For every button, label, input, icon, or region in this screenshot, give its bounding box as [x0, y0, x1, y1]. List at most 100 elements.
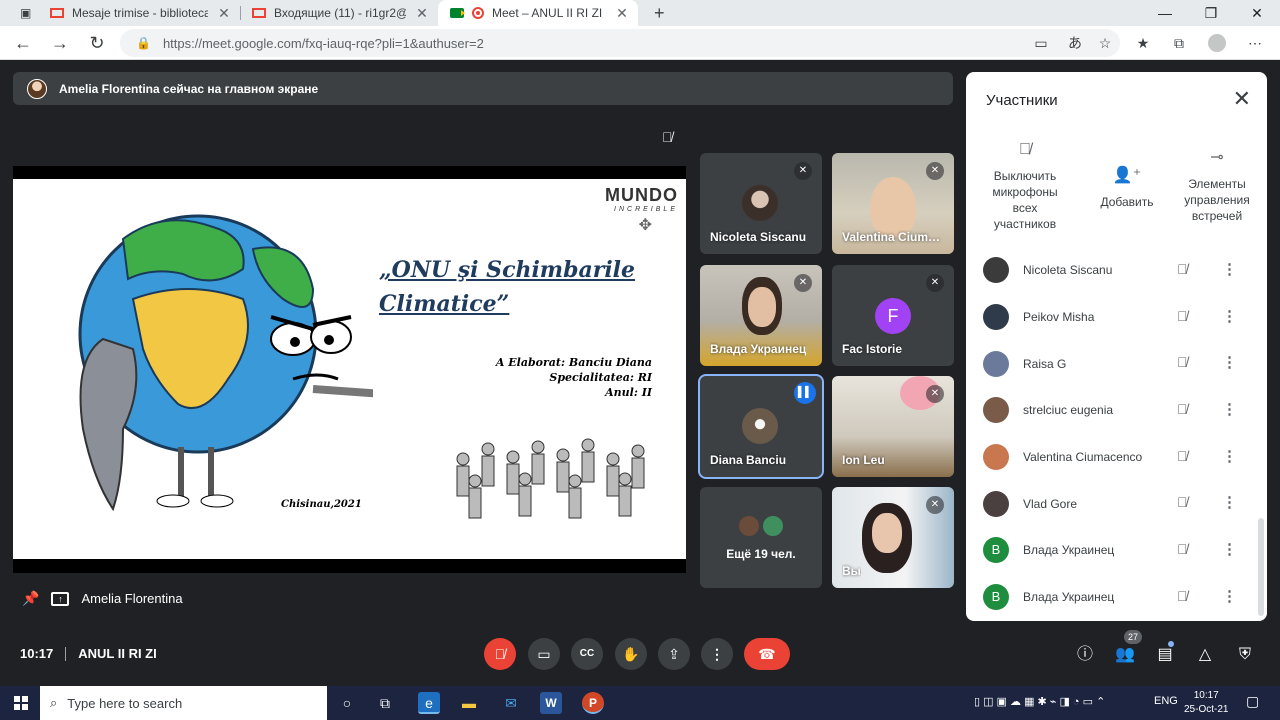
more-options-icon[interactable]: ⋮: [1222, 260, 1237, 278]
more-options-icon[interactable]: ⋮: [1222, 447, 1237, 465]
participant-row[interactable]: Peikov Misha 🎙̸ ⋮: [966, 294, 1267, 341]
mute-all-button[interactable]: 🎙̸ Выключить микрофоны всех участников: [980, 142, 1070, 232]
mic-off-icon[interactable]: 🎙̸: [1177, 588, 1188, 604]
present-now-button[interactable]: ⇪: [658, 638, 690, 670]
participants-button[interactable]: 👥: [1114, 644, 1136, 666]
edge-icon[interactable]: e: [418, 692, 440, 714]
more-options-icon[interactable]: ⋮: [1222, 493, 1237, 511]
back-button[interactable]: ←: [10, 30, 36, 56]
word-icon[interactable]: W: [540, 692, 562, 714]
reload-button[interactable]: ↻: [84, 30, 110, 56]
mail-icon[interactable]: ✉: [500, 692, 522, 714]
people-icon: 👥: [1115, 646, 1135, 663]
participant-tile-speaking[interactable]: ▌▌ Diana Banciu: [698, 374, 824, 479]
more-options-button[interactable]: ⋮: [701, 638, 733, 670]
host-controls-toolbar-button[interactable]: ⛨: [1234, 644, 1256, 666]
mic-off-icon[interactable]: 🎙̸: [1177, 261, 1188, 277]
more-options-icon[interactable]: ⋮: [1222, 540, 1237, 558]
more-options-icon[interactable]: ⋮: [1222, 587, 1237, 605]
pin-icon[interactable]: 📌: [22, 590, 39, 607]
tab-gmail-sent[interactable]: Mesaje trimise - biblioteca@ulim ✕: [38, 0, 240, 26]
maximize-button[interactable]: ❐: [1188, 0, 1234, 26]
participant-row[interactable]: Valentina Ciumacenco 🎙̸ ⋮: [966, 434, 1267, 481]
meeting-info: 10:17 ANUL II RI ZI: [20, 646, 157, 661]
more-options-icon[interactable]: ⋮: [1222, 353, 1237, 371]
close-icon[interactable]: ✕: [216, 5, 232, 22]
person-face: [748, 287, 776, 327]
participant-tile[interactable]: ✕ Valentina Ciumacenco: [832, 153, 954, 254]
add-people-button[interactable]: 👤⁺ Добавить: [1082, 168, 1172, 210]
more-options-icon[interactable]: ⋮: [1222, 400, 1237, 418]
participant-row[interactable]: В Влада Украинец 🎙̸ ⋮: [966, 527, 1267, 574]
participant-row[interactable]: Raisa G 🎙̸ ⋮: [966, 340, 1267, 387]
tile-name: Diana Banciu: [710, 453, 787, 467]
activities-button[interactable]: △: [1194, 644, 1216, 666]
taskbar-clock[interactable]: 10:17 25-Oct-21: [1184, 689, 1228, 717]
recording-icon: [472, 7, 484, 19]
host-controls-button[interactable]: ⊸ Элементы управления встречей: [1172, 150, 1262, 224]
taskbar-search-box[interactable]: ⌕ Type here to search: [40, 686, 327, 720]
mic-off-icon[interactable]: 🎙̸: [1177, 541, 1188, 557]
file-explorer-icon[interactable]: ▬: [458, 692, 480, 714]
language-indicator[interactable]: ENG: [1154, 695, 1178, 707]
mic-off-icon: 🎙̸: [1019, 141, 1031, 158]
captions-button[interactable]: CC: [571, 638, 603, 670]
favorite-icon[interactable]: ☆: [1094, 32, 1116, 54]
tab-actions-button[interactable]: ▣: [8, 0, 32, 26]
url-field[interactable]: 🔒 https://meet.google.com/fxq-iauq-rqe?p…: [120, 29, 1120, 57]
participant-tile[interactable]: ✕ Nicoleta Siscanu: [700, 153, 822, 254]
presentation-banner: Amelia Florentina сейчас на главном экра…: [13, 72, 953, 105]
close-icon[interactable]: ✕: [1233, 86, 1251, 112]
participant-tile[interactable]: ✕ Ion Leu: [832, 376, 954, 477]
participant-row[interactable]: Vlad Gore 🎙̸ ⋮: [966, 480, 1267, 527]
participant-row[interactable]: Nicoleta Siscanu 🎙̸ ⋮: [966, 247, 1267, 294]
mic-off-icon: ✕: [926, 385, 944, 403]
chat-button[interactable]: ▤: [1154, 644, 1176, 666]
collections-icon[interactable]: ⧉: [1168, 32, 1190, 54]
tray-icons[interactable]: ▯ ◫ ▣ ☁ ▦ ✱ ⌁ ◨ ◔ ▭ ⌃: [974, 695, 1105, 708]
windows-start-icon[interactable]: [14, 696, 28, 710]
new-tab-button[interactable]: +: [642, 0, 666, 26]
participant-row[interactable]: strelciuc eugenia 🎙̸ ⋮: [966, 387, 1267, 434]
mic-off-icon[interactable]: 🎙̸: [1177, 308, 1188, 324]
microphone-toggle-button[interactable]: 🎙̸: [484, 638, 516, 670]
minimize-button[interactable]: —: [1142, 0, 1188, 26]
panel-scrollbar[interactable]: [1258, 518, 1264, 616]
powerpoint-icon[interactable]: P: [582, 692, 604, 714]
meeting-details-button[interactable]: ⓘ: [1074, 644, 1096, 666]
tab-gmail-inbox[interactable]: Входящие (11) - ri1gr2@ulim.md ✕: [240, 0, 438, 26]
slide-place-date: Chisinau,2021: [281, 499, 362, 510]
read-aloud-icon[interactable]: あ: [1064, 32, 1086, 54]
participant-row[interactable]: В Влада Украинец 🎙̸ ⋮: [966, 574, 1267, 621]
camera-indicator-icon[interactable]: ▭: [1030, 32, 1052, 54]
avatar: [983, 304, 1009, 331]
notifications-icon[interactable]: ▢: [1246, 693, 1259, 710]
mic-off-icon[interactable]: 🎙̸: [1177, 401, 1188, 417]
tile-name: Вы: [842, 564, 861, 578]
favorites-icon[interactable]: ★: [1132, 32, 1154, 54]
task-view-icon[interactable]: ⧉: [374, 692, 396, 714]
close-icon[interactable]: ✕: [614, 5, 630, 22]
close-window-button[interactable]: ✕: [1234, 0, 1280, 26]
camera-toggle-button[interactable]: ▭: [528, 638, 560, 670]
presenter-name: Amelia Florentina: [81, 591, 183, 606]
mic-off-icon[interactable]: 🎙̸: [1177, 354, 1188, 370]
cortana-icon[interactable]: ○: [336, 692, 358, 714]
profile-avatar[interactable]: [1208, 34, 1226, 52]
mic-off-icon[interactable]: 🎙̸: [1177, 448, 1188, 464]
participant-tile[interactable]: F ✕ Fac Istorie: [832, 265, 954, 366]
more-participants-tile[interactable]: Ещё 19 чел.: [700, 487, 822, 588]
avatar: В: [983, 537, 1009, 564]
self-tile[interactable]: ✕ Вы: [832, 487, 954, 588]
forward-button[interactable]: →: [47, 30, 73, 56]
tab-meet[interactable]: Meet – ANUL II RI ZI ✕: [438, 0, 638, 26]
leave-call-button[interactable]: ☎: [744, 638, 790, 670]
mic-off-icon[interactable]: 🎙̸: [1177, 494, 1188, 510]
raise-hand-button[interactable]: ✋: [615, 638, 647, 670]
participant-tile[interactable]: ✕ Влада Украинец: [700, 265, 822, 366]
more-options-icon[interactable]: ⋮: [1222, 307, 1237, 325]
slide-year: Anul: II: [605, 386, 652, 399]
hand-icon: ✋: [622, 646, 640, 662]
close-icon[interactable]: ✕: [414, 5, 430, 22]
more-menu-icon[interactable]: ⋯: [1244, 32, 1266, 54]
